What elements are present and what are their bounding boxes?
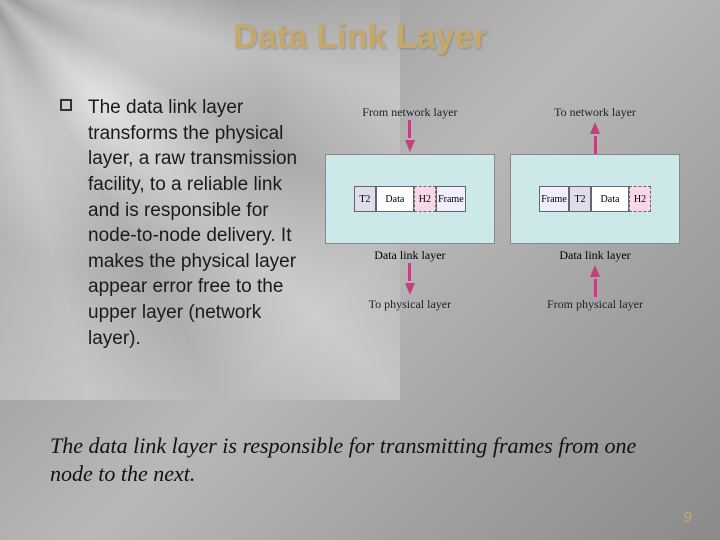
arrow-down-icon (405, 283, 415, 295)
arrow-up-icon (590, 122, 600, 134)
frame-structure-right: Frame T2 Data H2 (539, 186, 651, 212)
layer-label-left: Data link layer (325, 248, 495, 263)
segment-h2: H2 (629, 186, 651, 212)
diagram-label-top-left: From network layer (325, 105, 495, 120)
page-number: 9 (684, 509, 692, 526)
segment-t2: T2 (354, 186, 376, 212)
diagram-label-bottom-right: From physical layer (510, 297, 680, 312)
segment-h2: H2 (414, 186, 436, 212)
summary-text: The data link layer is responsible for t… (50, 432, 670, 487)
arrow-down-icon (405, 140, 415, 152)
arrow-down-icon (408, 263, 411, 281)
arrow-down-icon (408, 120, 411, 138)
frame-structure-left: T2 Data H2 Frame (354, 186, 466, 212)
right-panel: Frame T2 Data H2 (510, 154, 680, 244)
segment-t2: T2 (569, 186, 591, 212)
segment-frame: Frame (539, 186, 569, 212)
segment-data: Data (591, 186, 629, 212)
bullet-icon (60, 99, 72, 111)
arrow-up-icon (590, 265, 600, 277)
segment-data: Data (376, 186, 414, 212)
layer-label-right: Data link layer (510, 248, 680, 263)
arrow-up-icon (594, 136, 597, 154)
data-link-diagram: From network layer To network layer T2 D… (325, 105, 680, 351)
diagram-label-top-right: To network layer (510, 105, 680, 120)
content-row: The data link layer transforms the physi… (60, 95, 680, 351)
arrow-up-icon (594, 279, 597, 297)
diagram-label-bottom-left: To physical layer (325, 297, 495, 312)
left-panel: T2 Data H2 Frame (325, 154, 495, 244)
slide-title: Data Link Layer (0, 18, 720, 57)
body-text: The data link layer transforms the physi… (88, 95, 315, 351)
segment-frame: Frame (436, 186, 466, 212)
